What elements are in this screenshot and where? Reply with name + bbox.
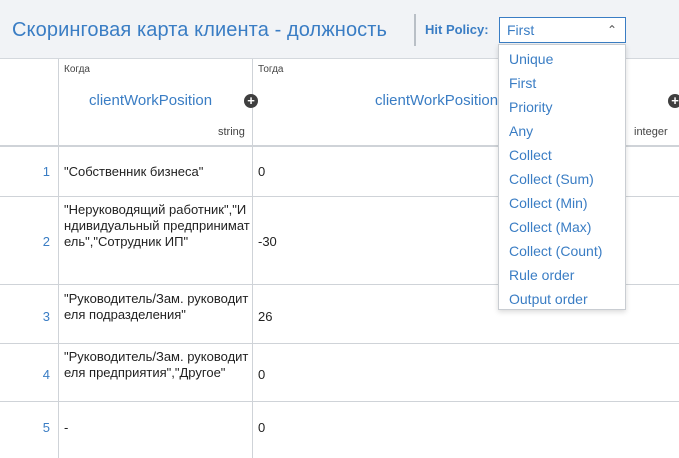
row-number[interactable]: 3 — [0, 309, 50, 324]
hit-policy-label: Hit Policy: — [425, 22, 489, 37]
input-cell[interactable]: "Руководитель/Зам. руководителя предприя… — [64, 349, 250, 381]
row-number[interactable]: 5 — [0, 420, 50, 435]
decision-table-title[interactable]: Скоринговая карта клиента - должность — [12, 19, 387, 42]
row-number[interactable]: 1 — [0, 164, 50, 179]
row-divider — [0, 401, 679, 402]
chevron-up-icon: ⌃ — [606, 23, 617, 37]
output-column-caption: Тогда — [258, 64, 284, 75]
input-cell[interactable]: "Руководитель/Зам. руководителя подразде… — [64, 291, 250, 323]
hit-policy-option[interactable]: Priority — [499, 95, 625, 119]
hit-policy-option[interactable]: Output order — [499, 287, 625, 311]
output-cell[interactable]: 26 — [258, 309, 272, 324]
hit-policy-option[interactable]: Collect (Count) — [499, 239, 625, 263]
plus-circle-icon[interactable]: + — [668, 94, 679, 108]
hit-policy-option[interactable]: Unique — [499, 47, 625, 71]
hit-policy-option[interactable]: Rule order — [499, 263, 625, 287]
hit-policy-select[interactable]: First ⌃ — [499, 17, 626, 43]
output-cell[interactable]: 0 — [258, 164, 265, 179]
hit-policy-option[interactable]: Collect (Sum) — [499, 167, 625, 191]
hit-policy-option[interactable]: Collect — [499, 143, 625, 167]
input-cell[interactable]: "Неруководящий работник","Индивидуальный… — [64, 202, 250, 250]
column-divider — [58, 59, 59, 458]
output-cell[interactable]: -30 — [258, 234, 277, 249]
row-number[interactable]: 4 — [0, 367, 50, 382]
row-number[interactable]: 2 — [0, 234, 50, 249]
header-divider — [414, 14, 416, 46]
hit-policy-option[interactable]: Collect (Max) — [499, 215, 625, 239]
input-cell[interactable]: "Собственник бизнеса" — [64, 164, 250, 180]
output-cell[interactable]: 0 — [258, 420, 265, 435]
column-divider — [252, 59, 253, 458]
hit-policy-option[interactable]: Collect (Min) — [499, 191, 625, 215]
hit-policy-option[interactable]: First — [499, 71, 625, 95]
input-column-caption: Когда — [64, 64, 90, 75]
plus-circle-icon[interactable]: + — [244, 94, 258, 108]
output-cell[interactable]: 0 — [258, 367, 265, 382]
output-column-type[interactable]: integer — [634, 126, 668, 138]
input-column-name[interactable]: clientWorkPosition — [89, 92, 212, 109]
hit-policy-selected-value: First — [507, 22, 535, 38]
hit-policy-option[interactable]: Any — [499, 119, 625, 143]
input-column-type[interactable]: string — [218, 126, 245, 138]
hit-policy-dropdown: Unique First Priority Any Collect Collec… — [498, 44, 626, 310]
row-divider — [0, 343, 679, 344]
output-column-name[interactable]: clientWorkPosition — [375, 92, 498, 109]
input-cell[interactable]: - — [64, 420, 250, 436]
